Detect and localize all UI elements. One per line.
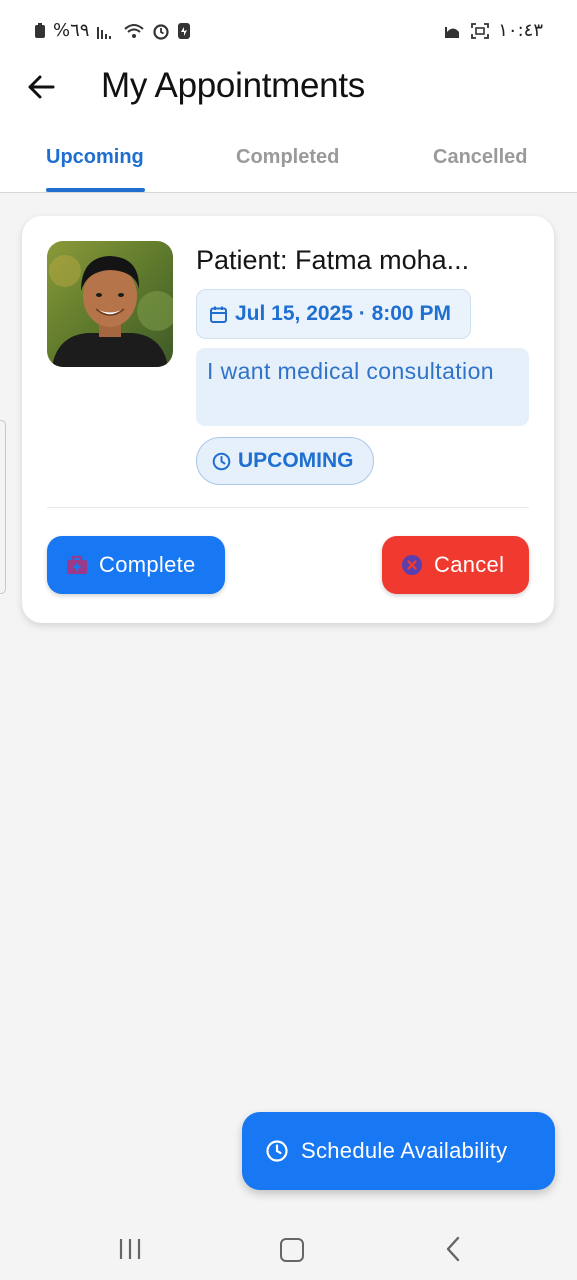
alarm-icon [153, 23, 170, 40]
signal-icon [97, 26, 112, 39]
home-icon[interactable] [280, 1238, 304, 1262]
clock-icon [266, 1140, 288, 1162]
tab-upcoming[interactable]: Upcoming [46, 146, 144, 169]
cancel-button[interactable]: Cancel [382, 536, 529, 594]
status-bar-right: ١٠:٤٣ [444, 20, 543, 41]
screen-record-icon [471, 22, 490, 39]
appointment-note-text: I want medical consultation [207, 358, 494, 384]
appointment-note: I want medical consultation [196, 348, 529, 426]
battery-percent: %٦٩ [53, 20, 90, 41]
system-nav-bar [0, 1212, 577, 1280]
complete-button[interactable]: Complete [47, 536, 225, 594]
notification-app-icon [178, 22, 191, 39]
tab-bar: Upcoming Completed Cancelled [0, 128, 577, 193]
nav-back-icon[interactable] [445, 1236, 461, 1262]
active-tab-indicator [46, 188, 145, 192]
appointment-datetime: Jul 15, 2025 · 8:00 PM [235, 302, 451, 325]
card-divider [47, 507, 529, 508]
app-bar: My Appointments [0, 62, 577, 128]
wifi-icon [124, 23, 145, 38]
cancel-button-label: Cancel [434, 552, 505, 577]
mosque-icon [445, 26, 460, 38]
patient-name: Patient: Fatma moha... [196, 245, 470, 275]
complete-button-label: Complete [99, 552, 196, 577]
side-panel-handle[interactable] [0, 420, 6, 594]
cancel-circle-icon [402, 555, 422, 575]
medical-kit-icon [67, 555, 87, 574]
page-title: My Appointments [101, 66, 365, 105]
schedule-availability-label: Schedule Availability [301, 1138, 508, 1163]
battery-icon [35, 22, 45, 38]
recent-apps-icon[interactable] [118, 1238, 142, 1260]
status-bar-left: %٦٩ [34, 20, 191, 41]
status-bar: %٦٩ ١٠:٤٣ [0, 0, 577, 62]
tab-cancelled[interactable]: Cancelled [433, 146, 527, 169]
clock-time: ١٠:٤٣ [498, 20, 543, 41]
patient-avatar [47, 241, 173, 367]
appointment-date-chip: Jul 15, 2025 · 8:00 PM [196, 289, 471, 339]
status-badge-label: UPCOMING [238, 449, 354, 472]
schedule-availability-button[interactable]: Schedule Availability [242, 1112, 555, 1190]
calendar-icon [210, 306, 227, 323]
appointment-card: Patient: Fatma moha... Jul 15, 2025 · 8:… [22, 216, 554, 623]
clock-icon [212, 452, 231, 470]
back-arrow-icon[interactable] [24, 70, 58, 104]
tab-completed[interactable]: Completed [236, 146, 339, 169]
status-badge: UPCOMING [196, 437, 374, 485]
